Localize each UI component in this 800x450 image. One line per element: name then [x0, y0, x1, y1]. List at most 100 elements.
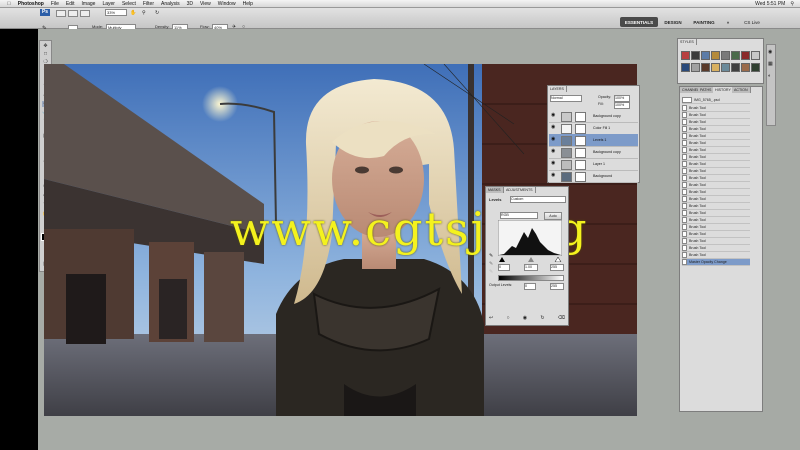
style-swatch[interactable] [751, 63, 760, 72]
input-mid-field[interactable]: 1.00 [524, 264, 538, 271]
adjustments-panel-icon[interactable]: ◐ [768, 73, 771, 79]
eye-icon[interactable]: ◉ [551, 113, 556, 118]
menu-edit[interactable]: Edit [66, 1, 75, 7]
history-step[interactable]: Brush Tool [682, 119, 750, 126]
history-step[interactable]: Brush Tool [682, 196, 750, 203]
zoom-level-field[interactable]: 33% [105, 9, 127, 16]
reset-icon[interactable]: ↻ [540, 315, 544, 322]
swatches-panel-icon[interactable]: ▦ [768, 61, 773, 67]
blend-mode-select[interactable]: Normal [550, 95, 582, 102]
history-step[interactable]: Brush Tool [682, 224, 750, 231]
menu-window[interactable]: Window [218, 1, 236, 7]
apple-icon[interactable]:  [7, 1, 11, 7]
history-step[interactable]: Brush Tool [682, 203, 750, 210]
white-eyedropper-icon[interactable]: ✎ [489, 269, 495, 275]
channel-select[interactable]: RGB [500, 212, 538, 219]
menu-view[interactable]: View [200, 1, 211, 7]
eye-icon[interactable]: ◉ [551, 149, 556, 154]
menu-image[interactable]: Image [82, 1, 96, 7]
gray-eyedropper-icon[interactable]: ✎ [489, 261, 495, 267]
levels-preset-select[interactable]: Custom [510, 196, 566, 203]
history-step-current[interactable]: Master Opacity Change [682, 259, 750, 266]
style-swatch[interactable] [701, 63, 710, 72]
color-panel-icon[interactable]: ◉ [768, 49, 772, 55]
zoom-tool-icon[interactable]: ⚲ [142, 10, 148, 16]
history-step[interactable]: Brush Tool [682, 112, 750, 119]
style-swatch[interactable] [681, 63, 690, 72]
style-swatch[interactable] [751, 51, 760, 60]
output-low-field[interactable]: 0 [524, 283, 536, 290]
visibility-icon[interactable]: ◉ [523, 315, 527, 322]
layer-row[interactable]: ◉ Background [549, 170, 638, 183]
rotate-view-icon[interactable]: ↻ [155, 10, 161, 16]
style-swatch[interactable] [691, 51, 700, 60]
history-step[interactable]: Brush Tool [682, 161, 750, 168]
clip-icon[interactable]: ○ [506, 315, 509, 322]
spotlight-icon[interactable]: ⚲ [790, 1, 794, 7]
history-step[interactable]: Brush Tool [682, 189, 750, 196]
tab-adjustments[interactable]: ADJUSTMENTS [504, 187, 536, 193]
history-step[interactable]: Brush Tool [682, 154, 750, 161]
tab-layers[interactable]: LAYERS [548, 86, 567, 92]
style-swatch[interactable] [741, 63, 750, 72]
style-swatch[interactable] [741, 51, 750, 60]
menu-help[interactable]: Help [243, 1, 253, 7]
auto-button[interactable]: Auto [544, 212, 562, 220]
history-step[interactable]: Brush Tool [682, 231, 750, 238]
history-step[interactable]: Brush Tool [682, 126, 750, 133]
menu-3d[interactable]: 3D [187, 1, 193, 7]
history-step[interactable]: Brush Tool [682, 133, 750, 140]
fill-field[interactable]: 100% [614, 102, 630, 109]
style-swatch[interactable] [701, 51, 710, 60]
menu-photoshop[interactable]: Photoshop [18, 1, 44, 7]
cs-live-button[interactable]: CS Live [738, 17, 766, 27]
workspace-essentials[interactable]: ESSENTIALS [620, 17, 658, 27]
eye-icon[interactable]: ◉ [551, 161, 556, 166]
style-swatch[interactable] [691, 63, 700, 72]
history-step[interactable]: Brush Tool [682, 210, 750, 217]
tab-masks[interactable]: MASKS [486, 187, 504, 193]
history-snapshot[interactable]: IMG_5765_.psd [682, 97, 750, 104]
workspace-more-button[interactable]: » [722, 17, 734, 27]
delete-icon[interactable]: ⌫ [558, 315, 565, 322]
style-swatch[interactable] [731, 63, 740, 72]
history-step[interactable]: Brush Tool [682, 147, 750, 154]
output-high-field[interactable]: 255 [550, 283, 564, 290]
input-high-field[interactable]: 255 [550, 264, 564, 271]
view-extras-button[interactable] [80, 10, 90, 17]
style-swatch[interactable] [711, 63, 720, 72]
tab-history[interactable]: HISTORY [713, 87, 734, 93]
menu-analysis[interactable]: Analysis [161, 1, 180, 7]
workspace-painting[interactable]: PAINTING [688, 17, 720, 27]
levels-histogram[interactable] [498, 220, 562, 256]
move-tool-icon[interactable]: ✥ [42, 43, 49, 49]
history-step[interactable]: Brush Tool [682, 140, 750, 147]
style-swatch[interactable] [721, 63, 730, 72]
history-step[interactable]: Brush Tool [682, 245, 750, 252]
history-step[interactable]: Brush Tool [682, 168, 750, 175]
tab-actions[interactable]: ACTION [732, 87, 751, 93]
style-swatch[interactable] [721, 51, 730, 60]
eye-icon[interactable]: ◉ [551, 137, 556, 142]
marquee-tool-icon[interactable]: □ [42, 51, 49, 57]
history-step[interactable]: Brush Tool [682, 238, 750, 245]
menu-layer[interactable]: Layer [102, 1, 115, 7]
menu-clock[interactable]: Wed 5:51 PM [755, 1, 785, 7]
workspace-design[interactable]: DESIGN [660, 17, 686, 27]
opacity-field[interactable]: 100% [614, 95, 630, 102]
history-step[interactable]: Brush Tool [682, 182, 750, 189]
hand-tool-icon[interactable]: ✋ [130, 10, 136, 16]
tab-paths[interactable]: PATHS [698, 87, 715, 93]
input-sliders[interactable] [498, 257, 562, 262]
style-swatch[interactable] [711, 51, 720, 60]
tab-styles[interactable]: STYLES [678, 39, 697, 45]
eye-icon[interactable]: ◉ [551, 125, 556, 130]
minibridge-button[interactable] [68, 10, 78, 17]
return-icon[interactable]: ↩ [489, 315, 493, 322]
input-low-field[interactable]: 0 [498, 264, 510, 271]
black-eyedropper-icon[interactable]: ✎ [489, 253, 495, 259]
eye-icon[interactable]: ◉ [551, 173, 556, 178]
menu-select[interactable]: Select [122, 1, 136, 7]
style-swatch[interactable] [681, 51, 690, 60]
menu-filter[interactable]: Filter [143, 1, 154, 7]
